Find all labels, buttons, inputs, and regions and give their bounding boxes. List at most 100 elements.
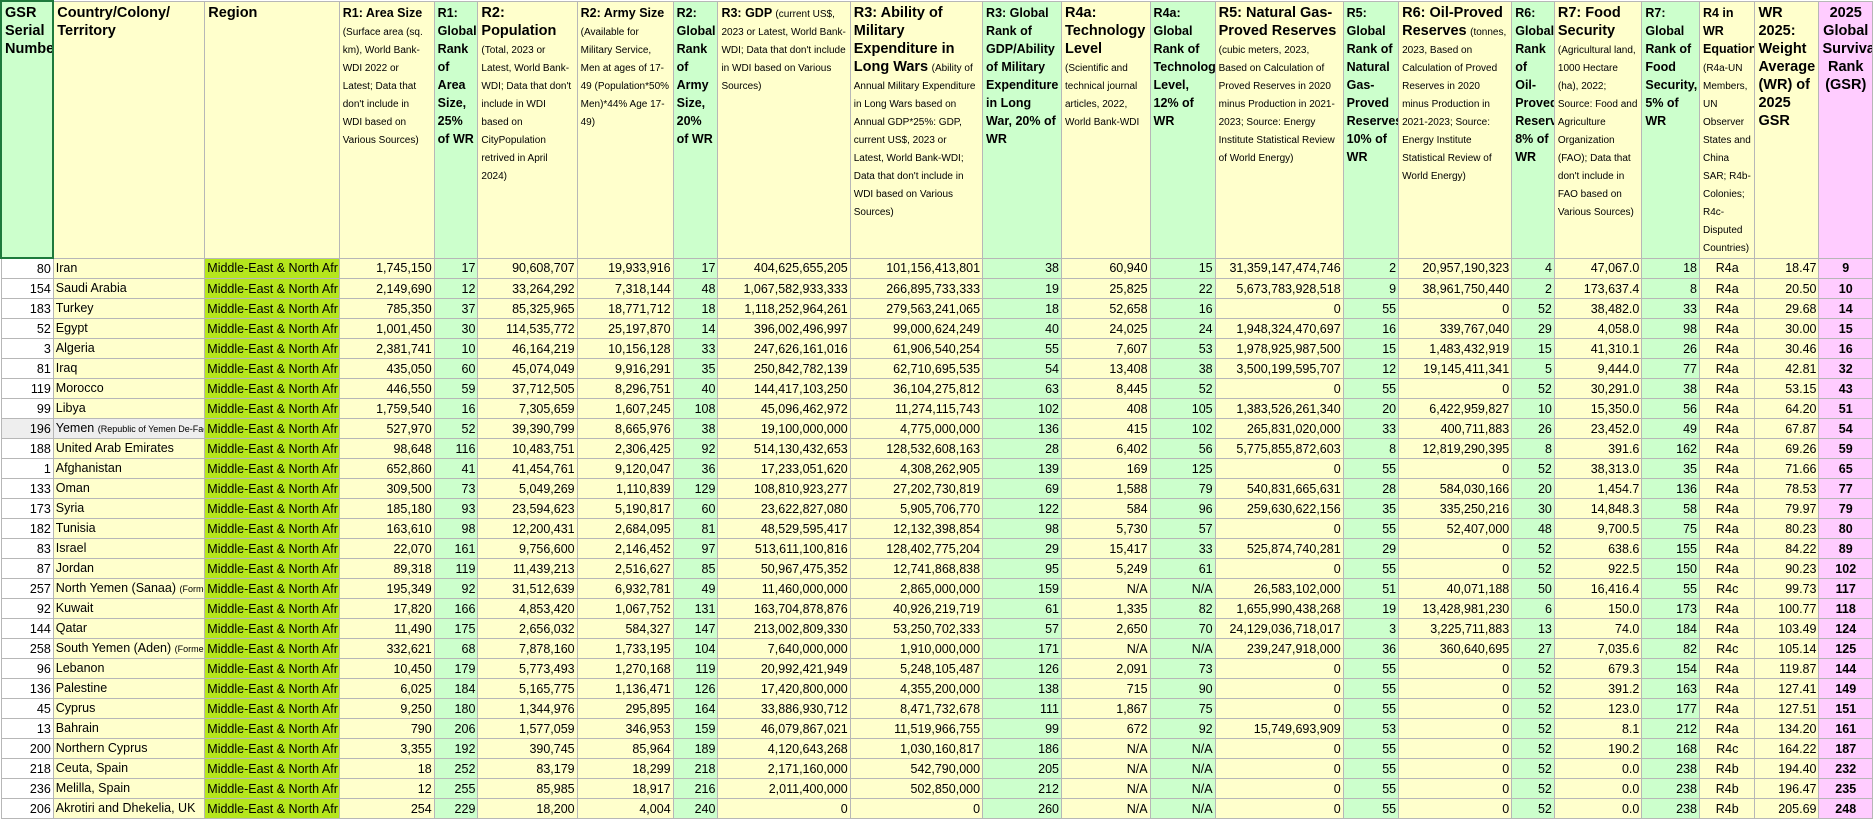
- cell-region[interactable]: Middle-East & North Afr: [204, 378, 340, 399]
- cell-gsr[interactable]: 235: [1818, 778, 1873, 799]
- cell-army[interactable]: 10,156,128: [576, 338, 674, 359]
- cell-area-rank[interactable]: 17: [433, 257, 479, 279]
- cell-military-rank[interactable]: 98: [982, 518, 1062, 539]
- cell-gdp[interactable]: 513,611,100,816: [717, 538, 851, 559]
- cell-area[interactable]: 332,621: [338, 638, 435, 659]
- cell-army[interactable]: 25,197,870: [576, 318, 674, 339]
- cell-area[interactable]: 1,759,540: [338, 398, 435, 419]
- cell-gas[interactable]: 5,673,783,928,518: [1214, 278, 1344, 299]
- cell-army-rank[interactable]: 131: [672, 598, 719, 619]
- cell-region[interactable]: Middle-East & North Afr: [204, 578, 340, 599]
- cell-gas[interactable]: 0: [1214, 458, 1344, 479]
- cell-gsr[interactable]: 43: [1818, 378, 1873, 399]
- cell-army[interactable]: 7,318,144: [576, 278, 674, 299]
- cell-military-rank[interactable]: 63: [982, 378, 1062, 399]
- cell-area[interactable]: 17,820: [338, 598, 435, 619]
- col-header-region[interactable]: Region: [204, 0, 340, 259]
- cell-region[interactable]: Middle-East & North Afr: [204, 738, 340, 759]
- cell-area-rank[interactable]: 192: [433, 738, 479, 759]
- cell-country[interactable]: Syria: [52, 498, 206, 519]
- cell-serial[interactable]: 81: [0, 358, 54, 379]
- cell-population[interactable]: 7,305,659: [477, 398, 578, 419]
- cell-food[interactable]: 190.2: [1553, 738, 1643, 759]
- cell-oil[interactable]: 0: [1398, 298, 1513, 319]
- cell-army[interactable]: 1,733,195: [576, 638, 674, 659]
- cell-oil[interactable]: 0: [1398, 798, 1513, 819]
- cell-gdp[interactable]: 250,842,782,139: [717, 358, 851, 379]
- cell-serial[interactable]: 173: [0, 498, 54, 519]
- cell-population[interactable]: 11,439,213: [477, 558, 578, 579]
- cell-technology[interactable]: 584: [1061, 498, 1151, 519]
- cell-country[interactable]: Israel: [52, 538, 206, 559]
- cell-gsr[interactable]: 232: [1818, 758, 1873, 779]
- cell-region[interactable]: Middle-East & North Afr: [204, 618, 340, 639]
- cell-oil[interactable]: 0: [1398, 778, 1513, 799]
- cell-gas-rank[interactable]: 55: [1342, 558, 1400, 579]
- cell-military[interactable]: 53,250,702,333: [849, 618, 984, 639]
- cell-technology[interactable]: 13,408: [1061, 358, 1151, 379]
- cell-army-rank[interactable]: 18: [672, 298, 719, 319]
- cell-military[interactable]: 502,850,000: [849, 778, 984, 799]
- cell-oil[interactable]: 0: [1398, 538, 1513, 559]
- cell-equation[interactable]: R4b: [1698, 798, 1756, 819]
- cell-technology[interactable]: 1,588: [1061, 478, 1151, 499]
- cell-army-rank[interactable]: 17: [672, 257, 719, 279]
- cell-area[interactable]: 195,349: [338, 578, 435, 599]
- cell-gas[interactable]: 15,749,693,909: [1214, 718, 1344, 739]
- cell-wr[interactable]: 134.20: [1754, 718, 1820, 739]
- cell-oil-rank[interactable]: 8: [1511, 438, 1555, 459]
- cell-wr[interactable]: 30.00: [1754, 318, 1820, 339]
- cell-gas-rank[interactable]: 55: [1342, 518, 1400, 539]
- cell-equation[interactable]: R4a: [1698, 257, 1756, 279]
- cell-population[interactable]: 1,577,059: [477, 718, 578, 739]
- cell-wr[interactable]: 103.49: [1754, 618, 1820, 639]
- cell-oil[interactable]: 0: [1398, 458, 1513, 479]
- cell-region[interactable]: Middle-East & North Afr: [204, 318, 340, 339]
- cell-technology-rank[interactable]: 105: [1149, 398, 1216, 419]
- cell-army-rank[interactable]: 129: [672, 478, 719, 499]
- cell-army[interactable]: 9,916,291: [576, 358, 674, 379]
- cell-technology[interactable]: 1,335: [1061, 598, 1151, 619]
- cell-equation[interactable]: R4a: [1698, 478, 1756, 499]
- cell-military[interactable]: 8,471,732,678: [849, 698, 984, 719]
- cell-food-rank[interactable]: 82: [1641, 638, 1700, 659]
- cell-technology-rank[interactable]: 53: [1149, 338, 1216, 359]
- cell-gdp[interactable]: 45,096,462,972: [717, 398, 851, 419]
- cell-equation[interactable]: R4a: [1698, 378, 1756, 399]
- cell-military-rank[interactable]: 38: [982, 257, 1062, 279]
- cell-population[interactable]: 45,074,049: [477, 358, 578, 379]
- cell-equation[interactable]: R4a: [1698, 338, 1756, 359]
- cell-oil-rank[interactable]: 52: [1511, 458, 1555, 479]
- cell-military[interactable]: 5,248,105,487: [849, 658, 984, 679]
- cell-gas[interactable]: 1,978,925,987,500: [1214, 338, 1344, 359]
- cell-army[interactable]: 2,306,425: [576, 438, 674, 459]
- cell-gas[interactable]: 265,831,020,000: [1214, 418, 1344, 439]
- cell-area-rank[interactable]: 52: [433, 418, 479, 439]
- cell-army-rank[interactable]: 40: [672, 378, 719, 399]
- cell-food[interactable]: 47,067.0: [1553, 257, 1643, 279]
- cell-gdp[interactable]: 2,011,400,000: [717, 778, 851, 799]
- cell-area-rank[interactable]: 10: [433, 338, 479, 359]
- cell-army[interactable]: 4,004: [576, 798, 674, 819]
- cell-military-rank[interactable]: 139: [982, 458, 1062, 479]
- cell-serial[interactable]: 13: [0, 718, 54, 739]
- col-header-area[interactable]: R1: Area Size (Surface area (sq. km), Wo…: [338, 0, 435, 259]
- cell-gsr[interactable]: 32: [1818, 358, 1873, 379]
- cell-military[interactable]: 27,202,730,819: [849, 478, 984, 499]
- cell-food[interactable]: 922.5: [1553, 558, 1643, 579]
- cell-gas-rank[interactable]: 8: [1342, 438, 1400, 459]
- cell-country[interactable]: Algeria: [52, 338, 206, 359]
- cell-military-rank[interactable]: 122: [982, 498, 1062, 519]
- cell-region[interactable]: Middle-East & North Afr: [204, 678, 340, 699]
- cell-technology[interactable]: 169: [1061, 458, 1151, 479]
- cell-gsr[interactable]: 125: [1818, 638, 1873, 659]
- cell-army[interactable]: 9,120,047: [576, 458, 674, 479]
- cell-area[interactable]: 2,149,690: [338, 278, 435, 299]
- cell-serial[interactable]: 196: [0, 418, 54, 439]
- cell-military[interactable]: 40,926,219,719: [849, 598, 984, 619]
- cell-wr[interactable]: 127.51: [1754, 698, 1820, 719]
- cell-country[interactable]: Morocco: [52, 378, 206, 399]
- cell-area-rank[interactable]: 16: [433, 398, 479, 419]
- cell-oil-rank[interactable]: 13: [1511, 618, 1555, 639]
- cell-food-rank[interactable]: 154: [1641, 658, 1700, 679]
